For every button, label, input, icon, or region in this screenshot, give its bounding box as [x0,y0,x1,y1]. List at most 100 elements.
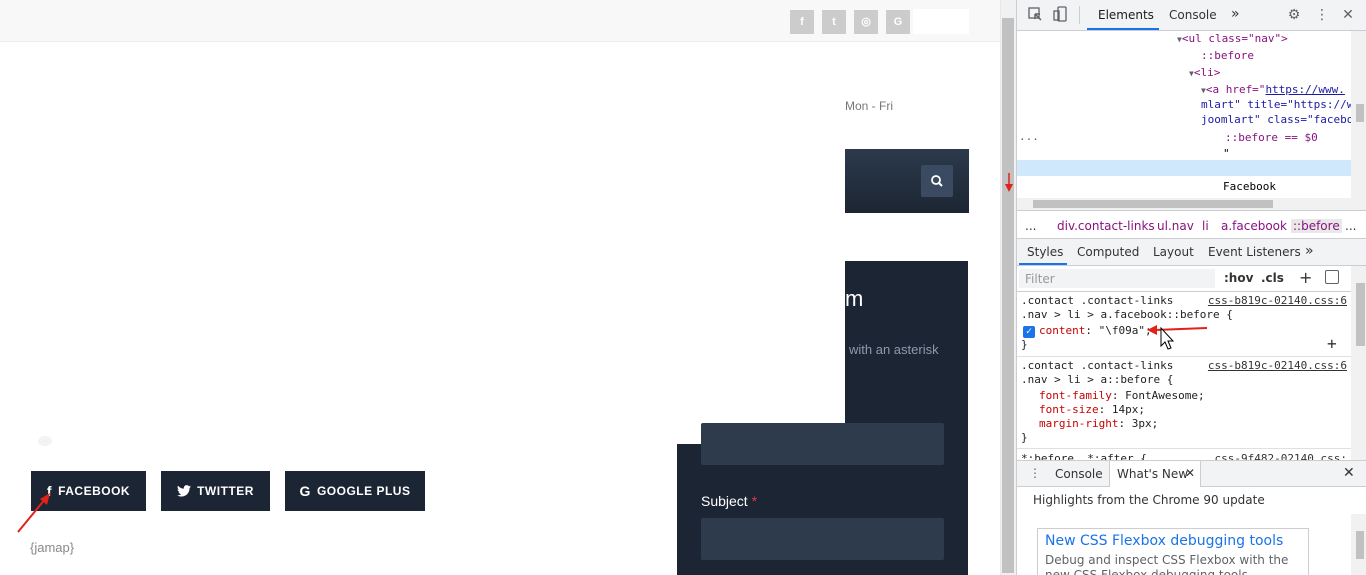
topbar-blank-area [913,9,969,34]
name-field[interactable] [701,423,944,465]
styles-scrollbar-thumb[interactable] [1356,283,1365,346]
tab-computed[interactable]: Computed [1077,245,1139,259]
drawer-scrollbar-thumb[interactable] [1356,531,1364,559]
facebook-icon: f [46,483,53,499]
form-note: with an asterisk [849,342,939,357]
more-tabs-button[interactable]: » [1231,6,1240,22]
styles-active-indicator [1019,263,1067,265]
topbar-instagram-icon[interactable]: ◎ [854,10,878,34]
whatsnew-card-body: Debug and inspect CSS Flexbox with the n… [1045,553,1289,575]
google-plus-button[interactable]: G GOOGLE PLUS [285,471,425,511]
breadcrumb: ... div.contact-links ul.nav li a.facebo… [1017,212,1366,239]
topbar-google-icon[interactable]: G [886,10,910,34]
whatsnew-card-title[interactable]: New CSS Flexbox debugging tools [1045,533,1283,549]
breadcrumb-before[interactable]: ::before [1291,219,1342,233]
rule2-decl-font-size[interactable]: font-size: 14px; [1039,403,1145,416]
dom-node-a-attrs-2: joomlart" class="facebo [1201,113,1351,126]
topbar-twitter-icon[interactable]: t [822,10,846,34]
drawer-tab-console[interactable]: Console [1055,467,1103,481]
dom-node-a-attrs-1: mlart" title="https://w [1201,98,1351,111]
rule1-selector-1: .contact .contact-links [1021,294,1174,307]
rule3-selector: *:before, *:after { [1021,452,1147,460]
device-toolbar-icon[interactable] [1052,6,1070,24]
rule1-add-property[interactable]: + [1327,334,1337,353]
rule1-close: } [1021,338,1028,351]
rule2-source-link[interactable]: css-b819c-02140.css:6 [1208,359,1347,372]
rule1-declaration[interactable]: content: "\f09a"; [1039,324,1152,337]
style-rules: .contact .contact-links css-b819c-02140.… [1017,292,1351,460]
selected-node-highlight [1017,160,1351,176]
active-tab-indicator [1087,28,1159,30]
dom-node-a[interactable]: ▼<a href="https://www. [1201,83,1345,96]
google-icon: G [299,483,311,499]
subject-label: Subject * [701,493,758,509]
more-options-icon[interactable]: ⋮ [1313,6,1331,24]
decorative-dot [38,436,52,446]
search-button[interactable] [921,165,953,197]
close-whatsnew-icon[interactable]: ✕ [1185,466,1195,480]
tab-console[interactable]: Console [1169,8,1217,22]
hov-toggle[interactable]: :hov [1224,271,1253,285]
jamap-placeholder: {jamap} [30,540,75,555]
cls-toggle[interactable]: .cls [1261,271,1284,285]
dom-node-selected-before[interactable]: ::before == $0 [1225,131,1318,144]
close-drawer-icon[interactable]: ✕ [1343,465,1355,481]
new-rule-button[interactable]: + [1299,268,1312,287]
rule2-selector-1: .contact .contact-links [1021,359,1174,372]
tab-layout[interactable]: Layout [1153,245,1194,259]
twitter-button[interactable]: TWITTER [161,471,270,511]
devtools-tabbar: Elements Console » ⚙ ⋮ ✕ [1017,0,1366,31]
facebook-button[interactable]: f FACEBOOK [31,471,146,511]
tab-event-listeners[interactable]: Event Listeners [1208,245,1301,259]
top-bar [0,0,1000,42]
dom-row-ellipsis[interactable]: ... [1019,130,1039,143]
breadcrumb-a[interactable]: a.facebook [1221,219,1287,233]
tab-divider [1079,6,1080,24]
rule-divider [1017,448,1351,449]
dom-tree: ▼<ul class="nav"> ::before ▼<li> ▼<a hre… [1017,31,1351,198]
inspect-element-icon[interactable] [1026,6,1044,24]
dom-text-facebook: Facebook [1223,180,1276,193]
breadcrumb-more-end[interactable]: ... [1345,219,1356,233]
breadcrumb-ul[interactable]: ul.nav [1157,219,1194,233]
tab-styles[interactable]: Styles [1027,245,1063,259]
settings-gear-icon[interactable]: ⚙ [1285,6,1303,24]
page-scrollbar-thumb[interactable] [1002,18,1014,573]
opening-hours: Mon - Fri [845,99,893,113]
search-icon [931,175,943,187]
rule2-decl-margin-right[interactable]: margin-right: 3px; [1039,417,1158,430]
form-heading: m [845,286,864,311]
tab-elements[interactable]: Elements [1098,8,1154,22]
rule2-close: } [1021,431,1028,444]
dom-node-before[interactable]: ::before [1201,49,1254,62]
rule1-source-link[interactable]: css-b819c-02140.css:6 [1208,294,1347,307]
dom-scrollbar-thumb[interactable] [1356,104,1364,122]
breadcrumb-more[interactable]: ... [1025,219,1036,233]
drawer-tabbar: ⋮ Console What's New ✕ ✕ [1017,460,1366,487]
rule2-decl-font-family[interactable]: font-family: FontAwesome; [1039,389,1205,402]
drawer-tab-whatsnew[interactable]: What's New [1117,467,1188,481]
rule1-selector-2: .nav > li > a.facebook::before { [1021,308,1233,321]
topbar-facebook-icon[interactable]: f [790,10,814,34]
styles-tabbar: Styles Computed Layout Event Listeners » [1017,239,1366,266]
dom-horizontal-thumb[interactable] [1033,200,1273,208]
filter-row: :hov .cls + [1017,266,1366,292]
breadcrumb-div[interactable]: div.contact-links [1057,219,1155,233]
overlay-patch [677,261,845,444]
dom-node-ul[interactable]: ▼<ul class="nav"> [1177,32,1288,45]
dom-node-li[interactable]: ▼<li> [1189,66,1220,79]
rule1-property-checkbox[interactable]: ✓ [1023,326,1035,338]
whatsnew-heading: Highlights from the Chrome 90 update [1033,493,1265,507]
breadcrumb-li[interactable]: li [1202,219,1209,233]
rule2-selector-2: .nav > li > a::before { [1021,373,1174,386]
devtools-panel: Elements Console » ⚙ ⋮ ✕ ▼<ul class="nav… [1016,0,1366,575]
more-style-tabs[interactable]: » [1305,243,1314,259]
rule3-source-link[interactable]: css-9f482-02140.css: [1215,452,1347,460]
twitter-icon [177,485,192,497]
close-devtools-icon[interactable]: ✕ [1339,6,1357,24]
toggle-sidebar-icon[interactable] [1325,270,1339,284]
styles-filter-input[interactable] [1019,269,1215,288]
subject-field[interactable] [701,518,944,560]
page-viewport: f t ◎ G Mon - Fri m with an asterisk Sub… [0,0,1000,575]
drawer-menu-icon[interactable]: ⋮ [1029,466,1041,480]
